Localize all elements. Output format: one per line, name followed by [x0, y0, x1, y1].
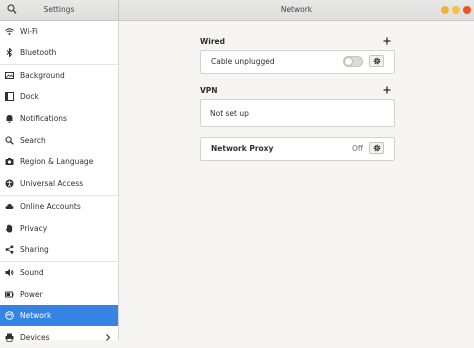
sidebar-item-label: Bluetooth: [20, 48, 57, 57]
network-proxy-label: Network Proxy: [211, 144, 274, 153]
vpn-list: Not set up: [200, 99, 395, 127]
network-proxy-row[interactable]: Network Proxy Off: [200, 137, 395, 161]
sidebar-item-wifi[interactable]: Wi-Fi: [0, 21, 118, 42]
sidebar-item-devices[interactable]: Devices: [0, 327, 118, 348]
search-icon: [5, 136, 14, 145]
sidebar-item-label: Universal Access: [20, 179, 84, 188]
dock-icon: [5, 92, 14, 101]
sidebar-item-label: Sound: [20, 268, 44, 277]
cloud-icon: [5, 202, 14, 211]
sidebar-item-label: Devices: [20, 333, 50, 342]
sidebar-item-sharing[interactable]: Sharing: [0, 239, 118, 260]
sidebar-item-label: Online Accounts: [20, 202, 81, 211]
share-icon: [5, 245, 14, 254]
network-proxy-settings-button[interactable]: [369, 142, 384, 154]
chevron-right-icon: [105, 333, 111, 342]
wired-connection-row: Cable unplugged: [200, 50, 395, 74]
header-left: Settings: [0, 0, 119, 20]
close-button[interactable]: [463, 6, 471, 14]
network-proxy-status: Off: [352, 144, 364, 153]
sidebar-item-sound[interactable]: Sound: [0, 262, 118, 283]
power-icon: [5, 290, 14, 299]
minimize-button[interactable]: [441, 6, 449, 14]
sidebar-item-privacy[interactable]: Privacy: [0, 218, 118, 239]
network-icon: [5, 311, 14, 320]
bluetooth-icon: [5, 47, 14, 58]
sidebar-item-label: Region & Language: [20, 157, 94, 166]
bell-icon: [5, 114, 14, 123]
wired-settings-button[interactable]: [369, 55, 384, 67]
sidebar-item-universal-access[interactable]: Universal Access: [0, 173, 118, 194]
sidebar-item-label: Sharing: [20, 245, 49, 254]
gear-icon: [373, 57, 381, 65]
camera-icon: [5, 157, 14, 166]
speaker-icon: [5, 268, 14, 277]
wifi-icon: [5, 27, 14, 36]
sidebar: Wi-Fi Bluetooth Background Dock Notifica…: [0, 21, 119, 342]
sidebar-item-network[interactable]: Network: [0, 305, 118, 326]
wired-section-title: Wired: [200, 37, 225, 46]
settings-title: Settings: [43, 5, 75, 14]
sidebar-item-power[interactable]: Power: [0, 284, 118, 305]
wired-connection-label: Cable unplugged: [211, 57, 275, 66]
sidebar-item-dock[interactable]: Dock: [0, 86, 118, 107]
sidebar-item-notifications[interactable]: Notifications: [0, 108, 118, 129]
add-vpn-icon[interactable]: [383, 86, 391, 94]
accessibility-icon: [5, 179, 14, 188]
sidebar-item-online-accounts[interactable]: Online Accounts: [0, 196, 118, 217]
vpn-section-title: VPN: [200, 86, 218, 95]
sidebar-item-bluetooth[interactable]: Bluetooth: [0, 42, 118, 63]
wired-toggle[interactable]: [343, 56, 363, 67]
add-wired-icon[interactable]: [383, 37, 391, 45]
printer-icon: [5, 333, 14, 342]
sidebar-item-label: Wi-Fi: [20, 27, 38, 36]
sidebar-item-label: Dock: [20, 92, 39, 101]
sidebar-item-label: Search: [20, 136, 46, 145]
sidebar-item-search[interactable]: Search: [0, 130, 118, 151]
sidebar-item-label: Power: [20, 290, 43, 299]
gear-icon: [373, 144, 381, 152]
hand-icon: [5, 224, 14, 233]
vpn-empty-label: Not set up: [210, 109, 249, 118]
sidebar-item-region-language[interactable]: Region & Language: [0, 151, 118, 172]
sidebar-item-label: Notifications: [20, 114, 67, 123]
maximize-button[interactable]: [452, 6, 460, 14]
page-title: Network: [280, 5, 313, 14]
sidebar-item-label: Privacy: [20, 224, 48, 233]
sidebar-item-label: Network: [20, 311, 52, 320]
toggle-knob: [344, 57, 353, 66]
sidebar-item-background[interactable]: Background: [0, 65, 118, 86]
background-icon: [5, 71, 14, 80]
header-bar: Settings Network: [0, 0, 474, 21]
sidebar-item-label: Background: [20, 71, 65, 80]
